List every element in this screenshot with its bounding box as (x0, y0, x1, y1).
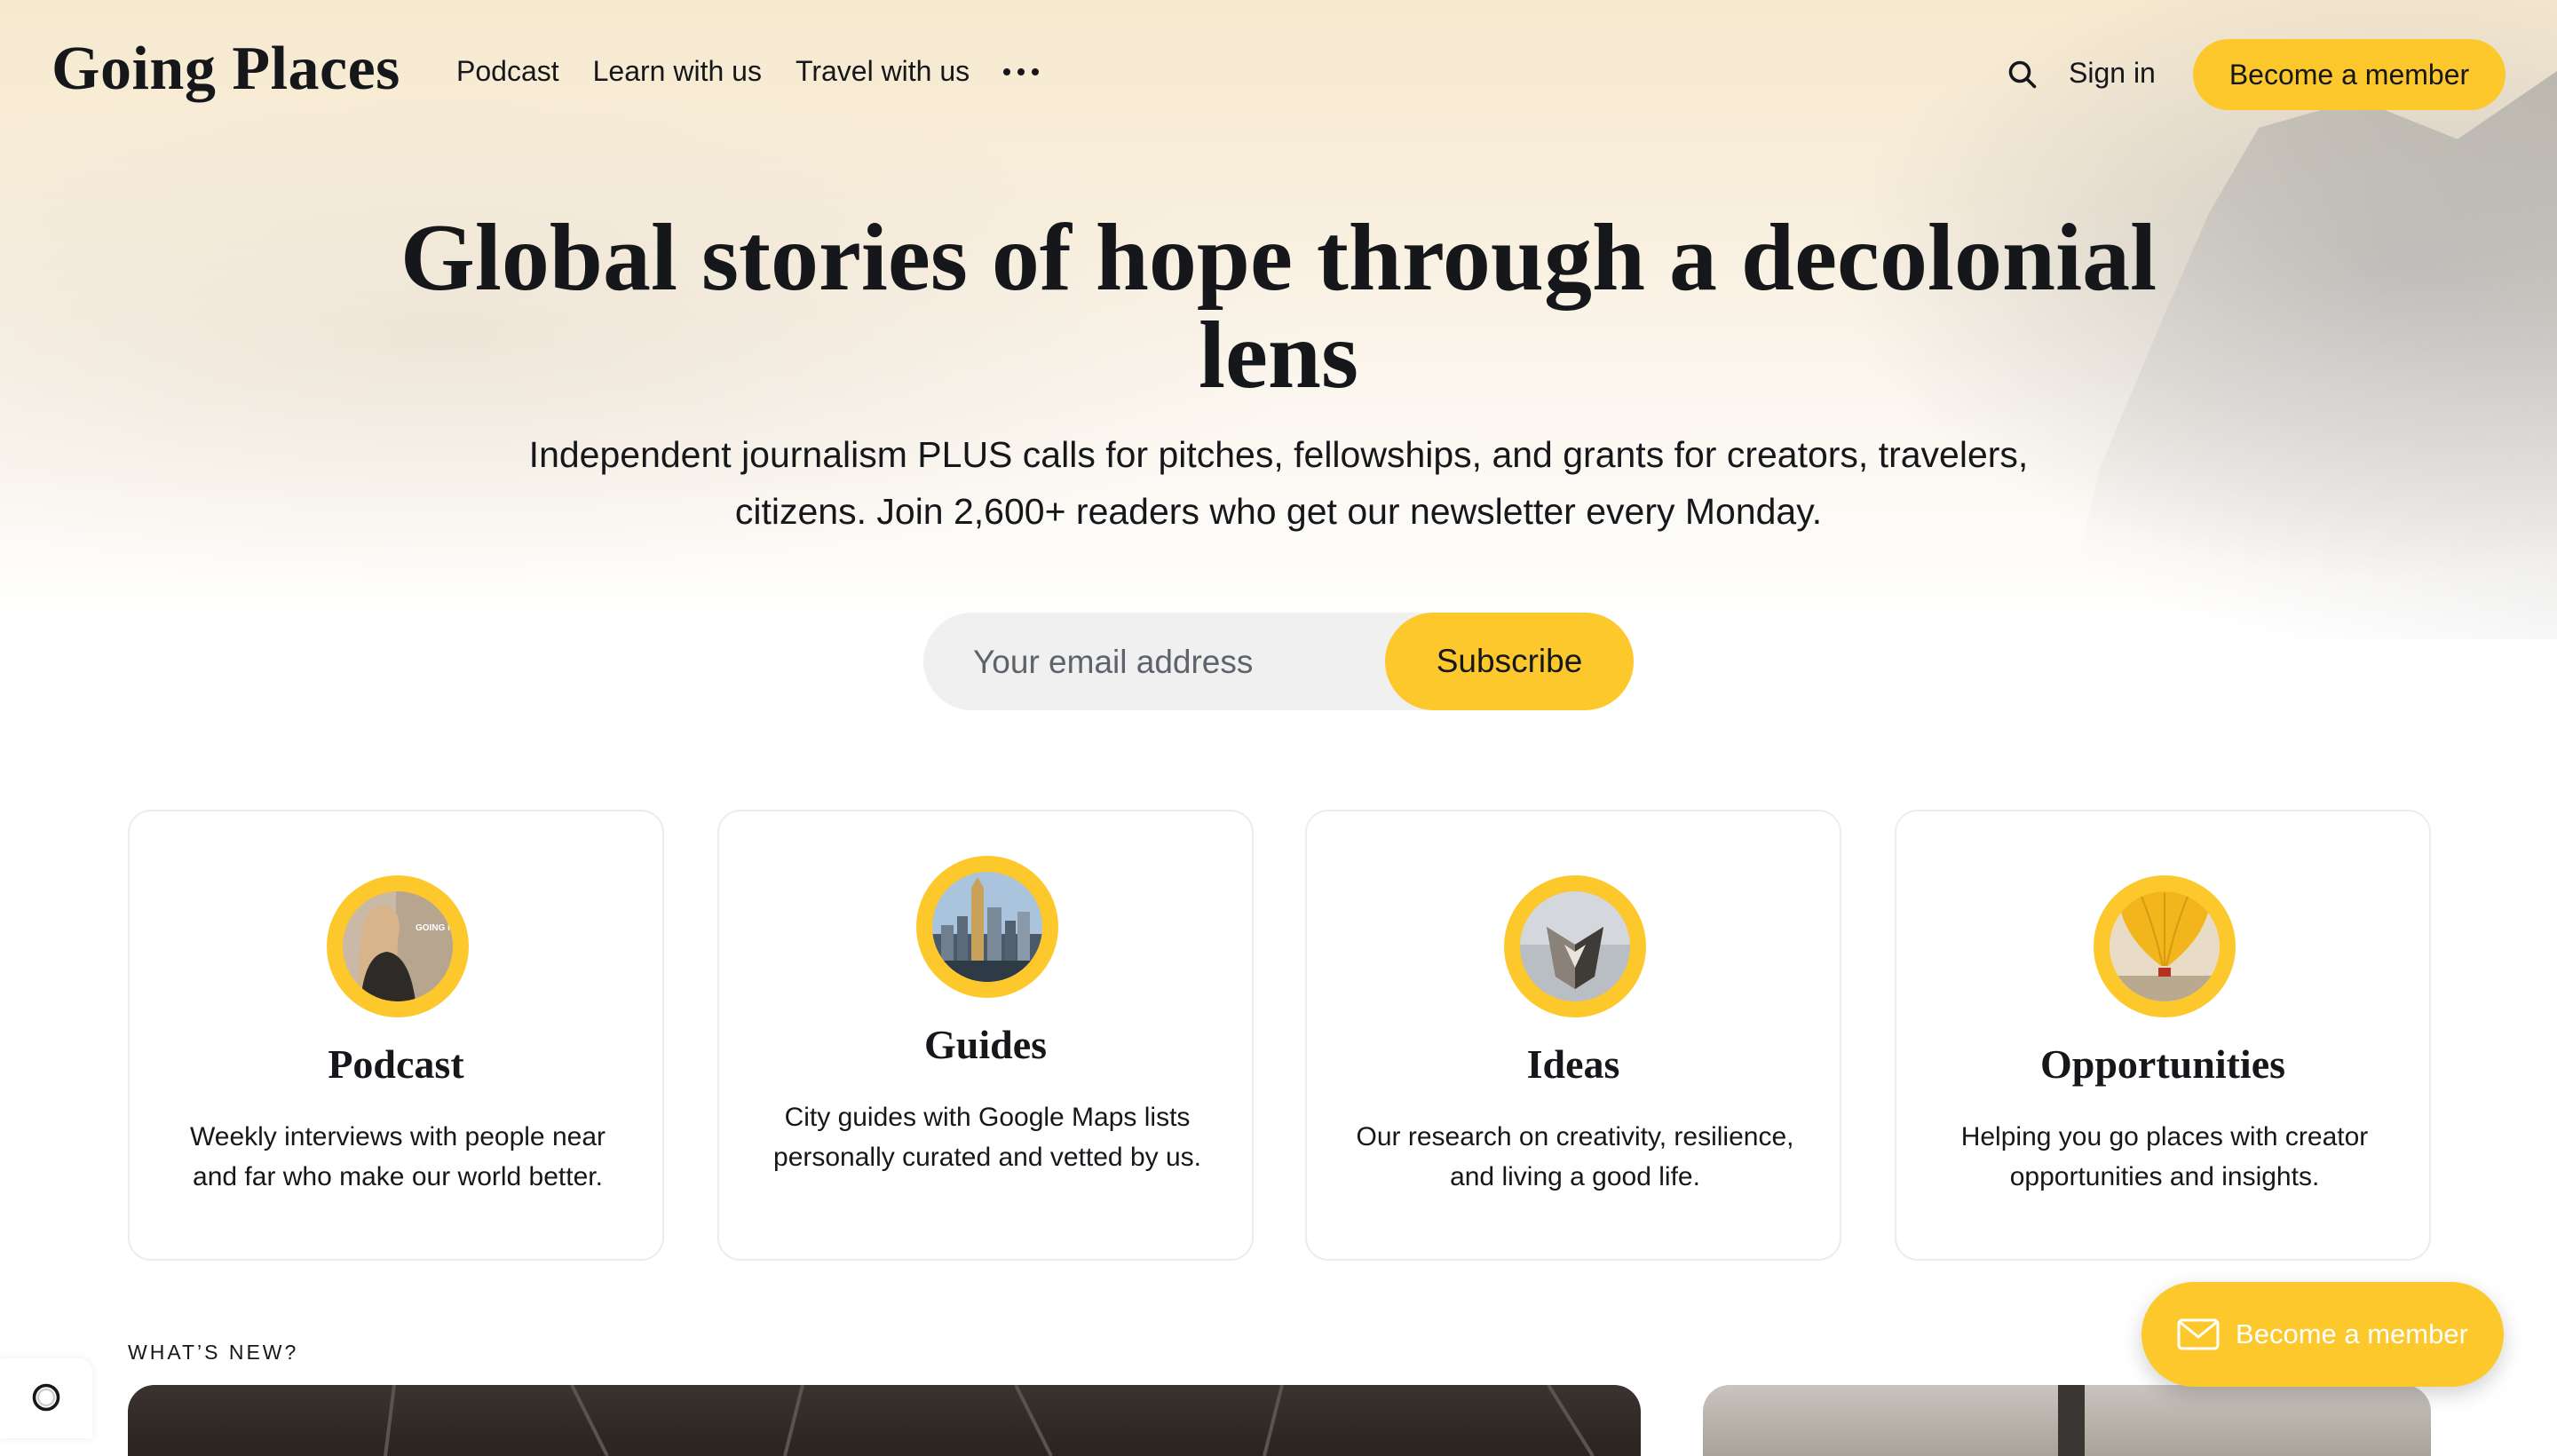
hero-headline: Global stories of hope through a decolon… (400, 205, 2157, 408)
geometric-sculpture-image (1520, 891, 1630, 1001)
podcast-cover-text: GOING PLACES (416, 923, 453, 933)
card-ideas[interactable]: Ideas Our research on creativity, resili… (1305, 810, 1841, 1261)
card-title: Podcast (328, 1041, 464, 1087)
site-logo[interactable]: Going Places (51, 34, 400, 105)
portal-trigger[interactable] (0, 1358, 92, 1438)
podcast-avatar: GOING PLACES (327, 875, 469, 1017)
card-podcast[interactable]: GOING PLACES Podcast Weekly interviews w… (128, 810, 664, 1261)
card-description: Weekly interviews with people near and f… (189, 1122, 606, 1191)
mail-icon (2177, 1318, 2220, 1350)
subscribe-button[interactable]: Subscribe (1385, 613, 1634, 710)
card-opportunities[interactable]: Opportunities Helping you go places with… (1895, 810, 2431, 1261)
floating-member-button[interactable]: Become a member (2141, 1282, 2504, 1387)
podcast-cover-image: GOING PLACES (343, 891, 453, 1001)
become-member-button[interactable]: Become a member (2193, 39, 2506, 110)
site-header: Going Places Podcast Learn with us Trave… (0, 0, 2557, 151)
card-title: Guides (923, 1022, 1048, 1067)
secondary-post-image[interactable] (1703, 1385, 2431, 1456)
card-description: City guides with Google Maps lists perso… (773, 1103, 1201, 1172)
more-dots-icon[interactable] (1003, 67, 1040, 75)
email-input[interactable] (971, 613, 1419, 712)
whats-new-label: WHAT’S NEW? (128, 1341, 299, 1364)
floating-member-label: Become a member (2236, 1318, 2468, 1349)
card-description: Helping you go places with creator oppor… (1960, 1122, 2369, 1191)
nav-item-podcast[interactable]: Podcast (456, 55, 559, 88)
hero-subtitle: Independent journalism PLUS calls for pi… (528, 434, 2029, 532)
card-description: Our research on creativity, resilience, … (1356, 1122, 1794, 1191)
card-title: Opportunities (2039, 1041, 2286, 1087)
card-title: Ideas (1526, 1041, 1620, 1087)
main-nav: Podcast Learn with us Travel with us (456, 55, 1040, 88)
guides-avatar (916, 856, 1058, 998)
opportunities-avatar (2094, 875, 2236, 1017)
card-guides[interactable]: Guides City guides with Google Maps list… (717, 810, 1254, 1261)
ideas-avatar (1504, 875, 1646, 1017)
nav-item-learn-with-us[interactable]: Learn with us (593, 55, 762, 88)
featured-post-image[interactable] (128, 1385, 1641, 1456)
city-skyline-image (932, 872, 1042, 982)
search-icon[interactable] (2007, 59, 2038, 91)
subscribe-form: Subscribe (923, 613, 1634, 712)
nav-item-travel-with-us[interactable]: Travel with us (796, 55, 970, 88)
hot-air-balloon-image (2110, 891, 2220, 1001)
portal-trigger-icon (32, 1383, 60, 1412)
sign-in-link[interactable]: Sign in (2069, 57, 2156, 90)
